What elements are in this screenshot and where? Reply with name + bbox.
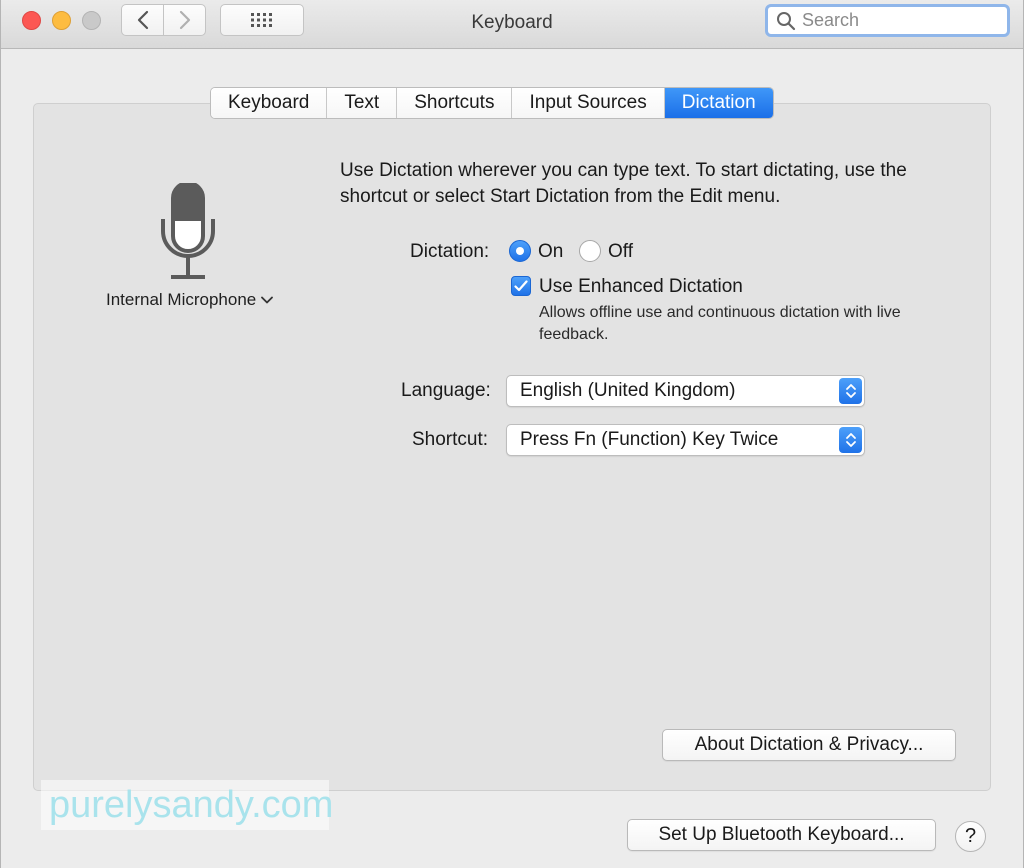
enhanced-dictation-label[interactable]: Use Enhanced Dictation	[539, 276, 743, 298]
language-value: English (United Kingdom)	[520, 380, 736, 401]
tab-shortcuts[interactable]: Shortcuts	[397, 88, 513, 118]
search-field[interactable]	[765, 4, 1010, 37]
dictation-off-label[interactable]: Off	[608, 241, 633, 263]
microphone-selector-label: Internal Microphone	[106, 290, 257, 309]
enhanced-dictation-checkbox[interactable]	[511, 276, 531, 296]
help-button[interactable]: ?	[955, 821, 986, 852]
chevron-down-icon	[261, 296, 274, 304]
microphone-selector[interactable]: Internal Microphone	[106, 290, 274, 310]
dictation-off-radio[interactable]	[579, 240, 601, 262]
shortcut-label: Shortcut:	[412, 429, 489, 450]
popup-arrows-icon	[839, 378, 862, 404]
enhanced-dictation-hint: Allows offline use and continuous dictat…	[539, 304, 901, 343]
tab-dictation[interactable]: Dictation	[664, 88, 773, 118]
tab-bar: Keyboard Text Shortcuts Input Sources Di…	[210, 87, 774, 119]
tab-text[interactable]: Text	[327, 88, 398, 118]
dictation-intro-text: Use Dictation wherever you can type text…	[340, 160, 907, 207]
about-dictation-privacy-button[interactable]: About Dictation & Privacy...	[662, 729, 956, 761]
shortcut-value: Press Fn (Function) Key Twice	[520, 429, 779, 450]
dictation-on-radio[interactable]	[509, 240, 531, 262]
title-bar: Keyboard	[1, 0, 1023, 49]
language-label: Language:	[401, 380, 491, 401]
keyboard-preferences-window: Keyboard Keyboard Text Shortcuts Input S…	[0, 0, 1024, 868]
search-input[interactable]	[802, 10, 992, 31]
shortcut-popup[interactable]: Press Fn (Function) Key Twice	[506, 424, 865, 456]
search-icon	[777, 11, 796, 30]
tab-input-sources[interactable]: Input Sources	[512, 88, 665, 118]
dictation-label: Dictation:	[410, 241, 490, 262]
tab-keyboard[interactable]: Keyboard	[211, 88, 328, 118]
language-popup[interactable]: English (United Kingdom)	[506, 375, 865, 407]
watermark: purelysandy.com	[41, 780, 333, 830]
dictation-on-label[interactable]: On	[538, 241, 563, 263]
setup-bluetooth-keyboard-button[interactable]: Set Up Bluetooth Keyboard...	[627, 819, 936, 851]
microphone-icon	[161, 183, 215, 279]
popup-arrows-icon	[839, 427, 862, 453]
checkmark-icon	[514, 280, 528, 292]
